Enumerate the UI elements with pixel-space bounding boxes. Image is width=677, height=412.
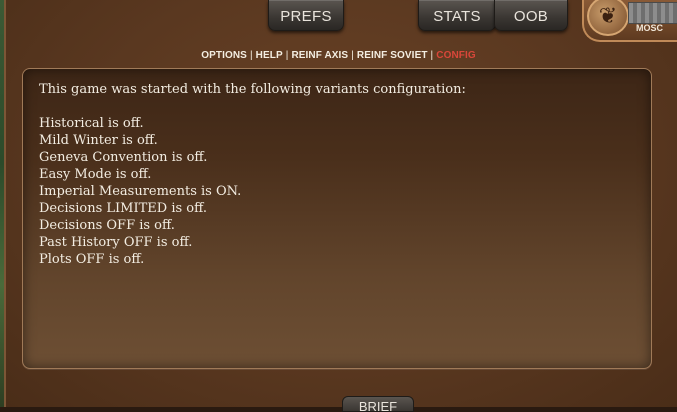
menu-options[interactable]: OPTIONS <box>201 50 247 61</box>
config-intro: This game was started with the following… <box>39 82 466 97</box>
menu-help[interactable]: HELP <box>256 50 283 61</box>
menu-reinf-soviet[interactable]: REINF SOVIET <box>357 50 428 61</box>
config-text: This game was started with the following… <box>39 81 635 268</box>
sub-menu: OPTIONS | HELP | REINF AXIS | REINF SOVIET | CON… <box>0 50 677 61</box>
config-line-plots-off: Plots OFF is off. <box>39 252 145 267</box>
corner-city-widget[interactable]: ❦ MOSC <box>582 0 677 42</box>
menu-separator: | <box>351 50 354 61</box>
city-thumbnail <box>628 2 677 24</box>
config-line-decisions-off: Decisions OFF is off. <box>39 218 175 233</box>
config-line-historical: Historical is off. <box>39 116 144 131</box>
config-line-imperial-measurements: Imperial Measurements is ON. <box>39 184 242 199</box>
menu-separator: | <box>430 50 434 61</box>
tab-stats[interactable]: STATS <box>418 0 496 31</box>
config-line-past-history-off: Past History OFF is off. <box>39 235 193 250</box>
config-line-mild-winter: Mild Winter is off. <box>39 133 158 148</box>
tab-oob[interactable]: OOB <box>494 0 568 31</box>
tab-prefs[interactable]: PREFS <box>268 0 344 31</box>
city-label: MOSC <box>636 23 663 33</box>
eagle-emblem-icon: ❦ <box>587 0 629 36</box>
menu-reinf-axis[interactable]: REINF AXIS <box>291 50 348 61</box>
menu-config[interactable]: CONFIG <box>436 50 476 61</box>
config-panel: This game was started with the following… <box>22 68 652 369</box>
menu-separator: | <box>285 50 289 61</box>
config-line-geneva-convention: Geneva Convention is off. <box>39 150 208 165</box>
menu-separator: | <box>249 50 253 61</box>
tab-brief[interactable]: BRIEF <box>342 396 414 412</box>
config-line-easy-mode: Easy Mode is off. <box>39 167 152 182</box>
config-line-decisions-limited: Decisions LIMITED is off. <box>39 201 208 216</box>
